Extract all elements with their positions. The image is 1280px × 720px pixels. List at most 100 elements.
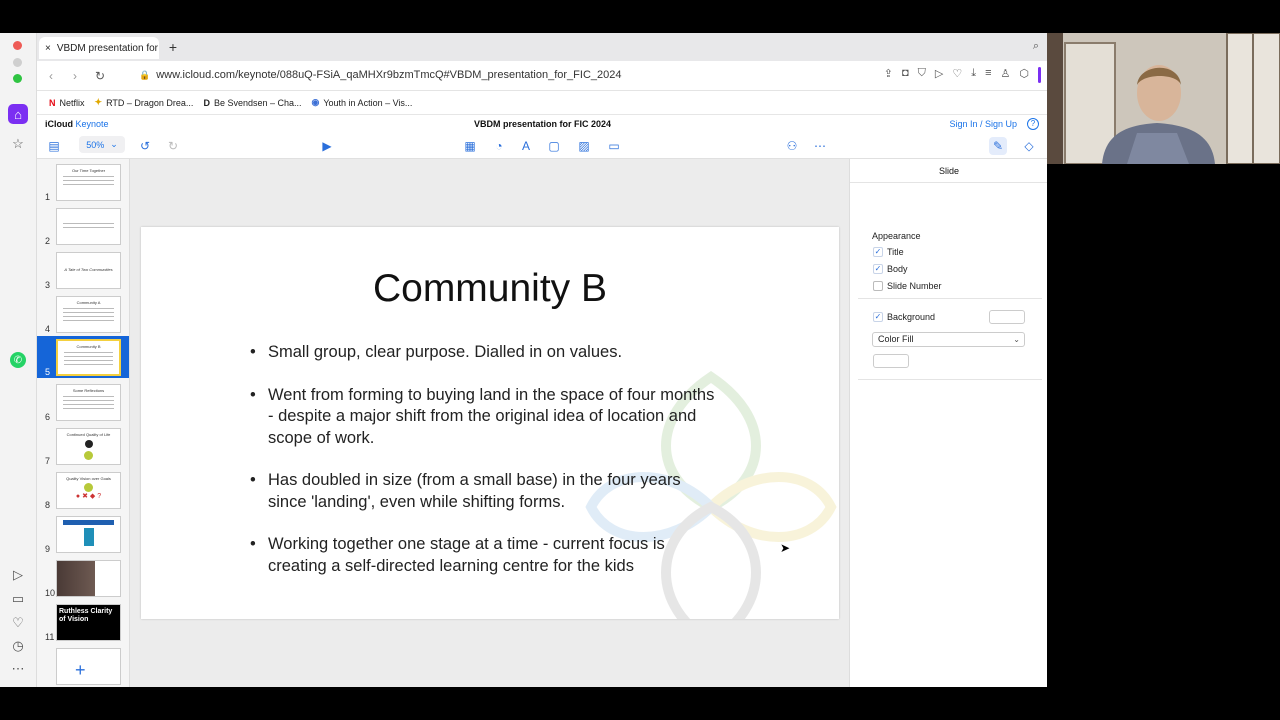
heart-icon[interactable]: ♡	[8, 613, 28, 633]
play-icon[interactable]: ▶	[318, 137, 336, 155]
address-bar: ‹ › ↻ 🔒 www.icloud.com/keynote/088uQ-FSiA…	[37, 61, 1047, 91]
forward-icon[interactable]: ›	[73, 69, 77, 83]
slide-number-label: Slide Number	[887, 281, 942, 291]
slide-number: 4	[45, 324, 51, 334]
comment-icon[interactable]: ▭	[605, 137, 623, 155]
slide-thumbnail[interactable]: 11 Ruthless Clarity of Vision	[37, 601, 129, 643]
list-icon[interactable]: ≡	[985, 67, 991, 83]
bookmark-label: Be Svendsen – Cha...	[213, 97, 302, 108]
url-field[interactable]: 🔒 www.icloud.com/keynote/088uQ-FSiA_qaMHX…	[139, 69, 621, 81]
media-icon[interactable]: ▨	[575, 137, 593, 155]
bookmark-netflix[interactable]: N Netflix	[49, 98, 85, 108]
shield-icon[interactable]: ⛉	[918, 67, 926, 83]
slide-thumbnail[interactable]: 3 A Tale of Two Communities	[37, 249, 129, 291]
background-color-swatch[interactable]	[989, 310, 1025, 324]
thumbnail-preview: Community A	[56, 296, 121, 333]
slide-thumbnail[interactable]: 9	[37, 513, 129, 555]
slide-thumbnail[interactable]: 2	[37, 205, 129, 247]
close-tab-icon[interactable]: ×	[45, 43, 51, 54]
collaborate-icon[interactable]: ⚇	[783, 137, 801, 155]
shape-icon[interactable]: ▢	[545, 137, 563, 155]
animate-icon[interactable]: ◇	[1020, 137, 1038, 155]
appearance-heading: Appearance	[872, 231, 921, 241]
slide-number: 1	[45, 192, 51, 202]
background-checkbox[interactable]: ✓	[873, 312, 883, 322]
title-checkbox-label: Title	[887, 247, 904, 257]
slide-thumbnail[interactable]: 8 Quality Vision over Goals ● ✖ ◆ ?	[37, 469, 129, 511]
camera-icon[interactable]: ◘	[902, 67, 909, 83]
thumbnail-title: A Tale of Two Communities	[64, 267, 113, 272]
clock-icon[interactable]: ◷	[8, 636, 28, 656]
more-options-icon[interactable]: ⋯	[811, 137, 829, 155]
bookmark-rtd[interactable]: ✦ RTD – Dragon Drea...	[95, 97, 194, 108]
app-brand[interactable]: iCloud Keynote	[45, 119, 109, 129]
keynote-label: Keynote	[75, 119, 109, 129]
play-circle-icon[interactable]: ▷	[8, 565, 28, 585]
more-icon[interactable]: ⋯	[8, 659, 28, 679]
table-icon[interactable]: ▦	[461, 137, 479, 155]
thumbnail-title: Community A	[76, 300, 101, 305]
dragon-icon: ✦	[94, 97, 103, 107]
slide[interactable]: Community B Small group, clear purpose. …	[141, 227, 839, 619]
fill-color-well[interactable]	[873, 354, 909, 368]
body-checkbox[interactable]: ✓	[873, 264, 883, 274]
sidebar-toggle-icon[interactable]	[1038, 67, 1041, 83]
slide-thumbnail[interactable]: 4 Community A	[37, 293, 129, 335]
slide-body[interactable]: Small group, clear purpose. Dialled in o…	[250, 342, 718, 598]
thumbnail-preview: Some Reflections	[56, 384, 121, 421]
text-icon[interactable]: A	[517, 137, 535, 155]
back-icon[interactable]: ‹	[49, 69, 53, 83]
maximize-window-button[interactable]	[13, 74, 22, 83]
bullet-item: Went from forming to buying land in the …	[250, 385, 718, 450]
download-icon[interactable]: ⤓	[971, 67, 976, 83]
browser-tab[interactable]: × VBDM presentation for F	[39, 37, 159, 59]
thumbnail-preview: Continued Quality of Life	[56, 428, 121, 465]
close-window-button[interactable]	[13, 41, 22, 50]
play-icon[interactable]: ▷	[935, 67, 943, 83]
divider	[858, 298, 1042, 299]
slide-number: 5	[45, 367, 51, 377]
keynote-toolbar: ▤ 50% ⌄ ↺ ↻ ▶ ▦ ◔ A ▢ ▨ ▭ ⚇ ⋯ ✎ ◇	[37, 132, 1047, 159]
body-checkbox-label: Body	[887, 264, 908, 274]
format-brush-icon[interactable]: ✎	[989, 137, 1007, 155]
undo-icon[interactable]: ↺	[136, 137, 154, 155]
thumbnail-preview: Our Time Together	[56, 164, 121, 201]
fill-type-select[interactable]: Color Fill ⌄	[872, 332, 1025, 347]
slide-thumbnail-selected[interactable]: 5 Community B	[37, 336, 129, 378]
slide-title[interactable]: Community B	[141, 267, 839, 311]
slide-thumbnail[interactable]: 1 Our Time Together	[37, 161, 129, 203]
redo-icon[interactable]: ↻	[164, 137, 182, 155]
thumbnail-preview	[56, 560, 121, 597]
minimize-window-button[interactable]	[13, 58, 22, 67]
bookmark-youth-in-action[interactable]: ◉ Youth in Action – Vis...	[312, 97, 413, 108]
heart-icon[interactable]: ♡	[952, 67, 962, 83]
thumbnail-title: Our Time Together	[71, 168, 106, 173]
thumbnail-preview	[56, 516, 121, 553]
profile-icon[interactable]: ♙	[1001, 67, 1011, 83]
divider	[858, 379, 1042, 380]
help-icon[interactable]: ?	[1027, 118, 1039, 130]
slide-thumbnail[interactable]: 7 Continued Quality of Life	[37, 425, 129, 467]
sign-in-link[interactable]: Sign In / Sign Up	[949, 119, 1017, 129]
chart-icon[interactable]: ◔	[490, 137, 508, 155]
new-tab-button[interactable]: +	[165, 39, 181, 55]
reload-icon[interactable]: ↻	[95, 69, 105, 83]
bookmark-be-svendsen[interactable]: D Be Svendsen – Cha...	[203, 98, 301, 108]
wallet-icon[interactable]: ▭	[8, 589, 28, 609]
star-icon[interactable]: ☆	[8, 134, 28, 154]
slide-thumbnail[interactable]: 6 Some Reflections	[37, 381, 129, 423]
zoom-select[interactable]: 50% ⌄	[79, 136, 125, 153]
whatsapp-icon[interactable]: ✆	[10, 352, 26, 368]
sidebar-view-icon[interactable]: ▤	[45, 137, 63, 155]
add-slide-button[interactable]: +	[75, 660, 86, 681]
home-icon[interactable]: ⌂	[8, 104, 28, 124]
chevron-down-icon: ⌄	[110, 139, 118, 149]
extension-icon[interactable]: ⬡	[1019, 67, 1029, 83]
share-icon[interactable]: ⇪	[884, 67, 893, 83]
slide-number-checkbox[interactable]	[873, 281, 883, 291]
slide-number: 11	[45, 632, 55, 642]
search-icon[interactable]: ⌕	[1033, 40, 1039, 53]
title-checkbox[interactable]: ✓	[873, 247, 883, 257]
tab-bar: × VBDM presentation for F + ⌕	[37, 33, 1047, 61]
slide-thumbnail[interactable]: 10	[37, 557, 129, 599]
